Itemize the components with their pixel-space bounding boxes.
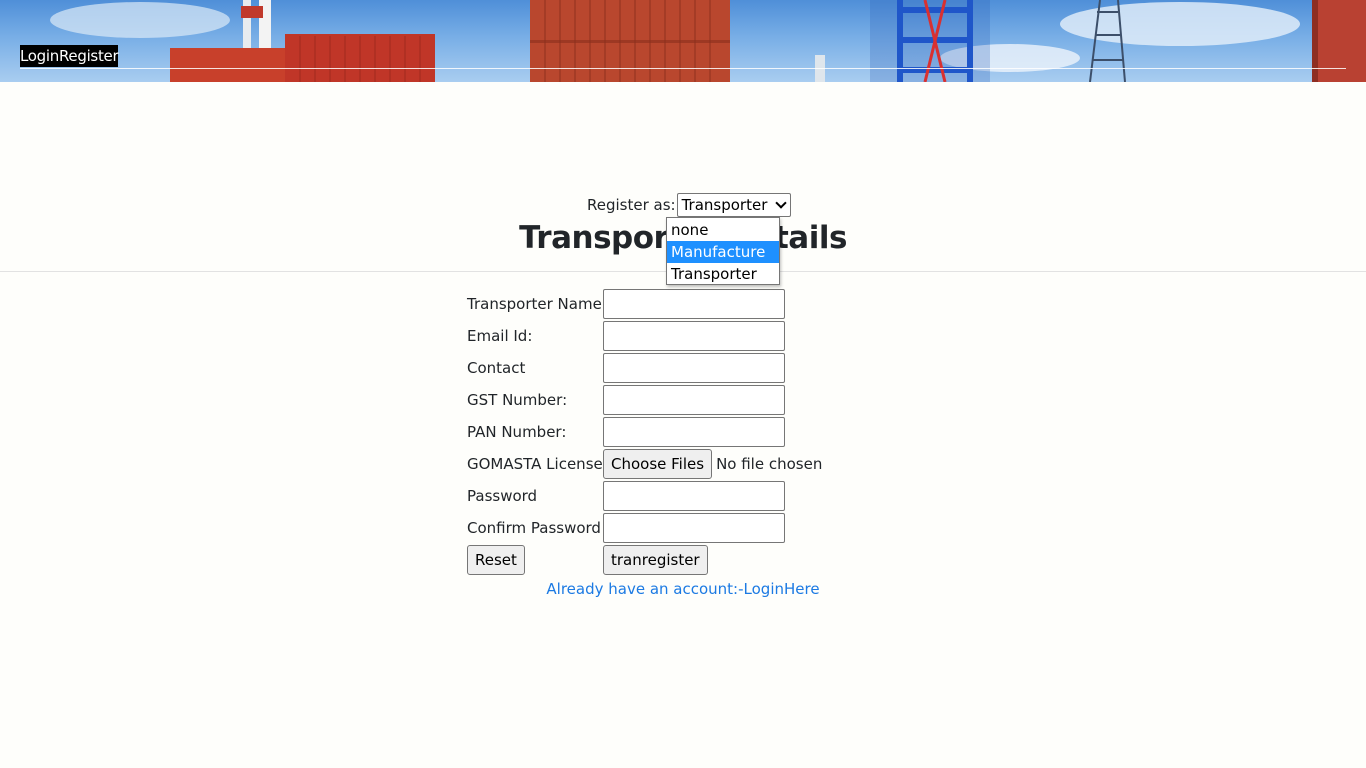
nav-register-link[interactable]: Register	[59, 45, 119, 67]
form-row-password: Password	[467, 481, 785, 511]
port-banner-image	[50, 0, 1366, 82]
form-row-gomasta: GOMASTA License: Choose Files No file ch…	[467, 449, 822, 479]
register-as-dropdown-list: none Manufacture Transporter	[666, 217, 780, 285]
form-row-name: Transporter Name:	[467, 289, 785, 319]
form-row-confirm-password: Confirm Password	[467, 513, 785, 543]
password-label: Password	[467, 487, 538, 505]
tranregister-submit-button[interactable]: tranregister	[603, 545, 708, 575]
email-input[interactable]	[603, 321, 785, 351]
register-as-label: Register as:	[587, 196, 676, 214]
nav-links: Login Register	[20, 45, 119, 67]
reset-button[interactable]: Reset	[467, 545, 525, 575]
nav-login-link[interactable]: Login	[20, 45, 59, 67]
form-row-buttons: Reset tranregister	[467, 545, 708, 575]
contact-input[interactable]	[603, 353, 785, 383]
form-row-gst: GST Number:	[467, 385, 785, 415]
email-label: Email Id:	[467, 327, 533, 345]
gst-number-label: GST Number:	[467, 391, 568, 409]
transporter-name-label: Transporter Name:	[467, 295, 607, 313]
chevron-down-icon	[774, 197, 787, 209]
confirm-password-input[interactable]	[603, 513, 785, 543]
form-row-email: Email Id:	[467, 321, 785, 351]
header-banner: Login Register	[0, 0, 1366, 82]
gst-number-input[interactable]	[603, 385, 785, 415]
dropdown-option-none[interactable]: none	[667, 219, 779, 241]
login-link-row: Already have an account:-LoginHere	[0, 578, 1366, 600]
form-row-pan: PAN Number:	[467, 417, 785, 447]
pan-number-label: PAN Number:	[467, 423, 567, 441]
password-input[interactable]	[603, 481, 785, 511]
login-here-link[interactable]: Already have an account:-LoginHere	[546, 580, 819, 598]
dropdown-option-transporter[interactable]: Transporter	[667, 263, 779, 285]
choose-files-button[interactable]: Choose Files	[603, 449, 713, 479]
file-status-text: No file chosen	[716, 455, 823, 473]
banner-divider	[20, 68, 1346, 69]
form-row-contact: Contact	[467, 353, 785, 383]
contact-label: Contact	[467, 359, 526, 377]
register-as-select[interactable]: Transporter	[676, 193, 791, 217]
dropdown-option-manufacture[interactable]: Manufacture	[667, 241, 779, 263]
transporter-name-input[interactable]	[603, 289, 785, 319]
register-as-row: Register as: Transporter	[587, 193, 791, 217]
register-as-selected-value: Transporter	[681, 196, 768, 214]
confirm-password-label: Confirm Password	[467, 519, 601, 537]
reset-cell: Reset	[467, 545, 603, 575]
gomasta-license-label: GOMASTA License:	[467, 455, 608, 473]
pan-number-input[interactable]	[603, 417, 785, 447]
